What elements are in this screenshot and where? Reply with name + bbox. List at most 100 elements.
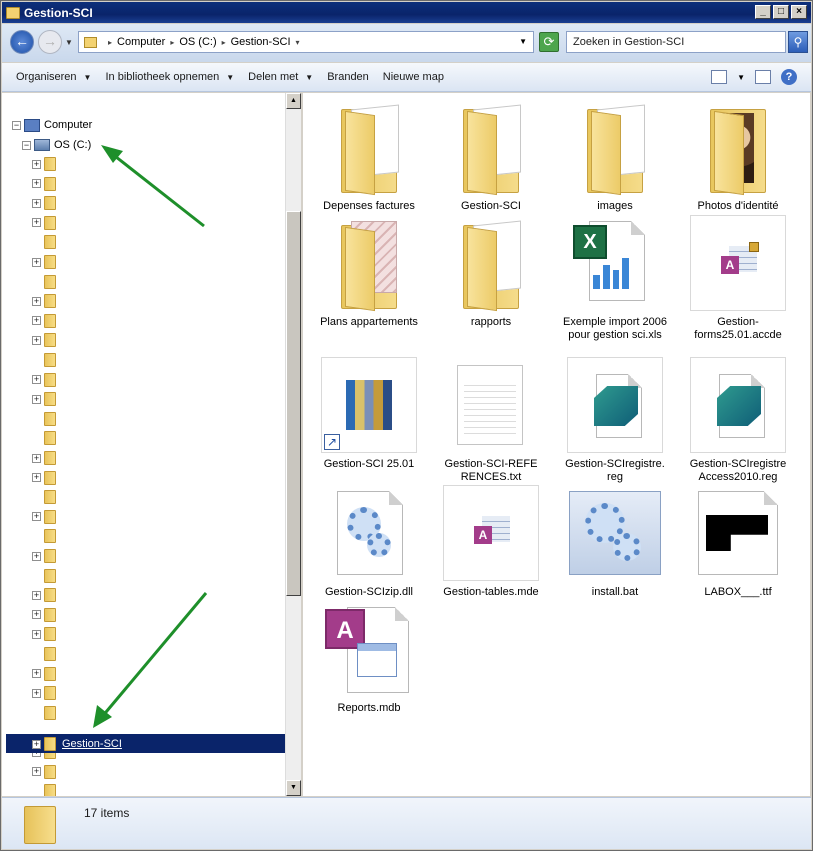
file-item[interactable]: LABOX___.ttf xyxy=(678,485,798,599)
expand-icon[interactable]: + xyxy=(32,688,41,698)
help-icon[interactable]: ? xyxy=(781,69,797,85)
tree-item-folder[interactable] xyxy=(32,430,56,446)
expand-icon[interactable]: + xyxy=(32,610,41,620)
scroll-down-button[interactable]: ▼ xyxy=(286,780,301,796)
scroll-thumb[interactable] xyxy=(286,211,301,596)
file-item[interactable]: Photos d'identité xyxy=(678,99,798,213)
tree-item-gestion-sci[interactable]: + Gestion-SCI xyxy=(32,736,122,752)
tree-item-folder[interactable] xyxy=(32,646,56,662)
tree-item-folder[interactable] xyxy=(32,705,56,721)
maximize-button[interactable]: □ xyxy=(773,5,789,19)
expand-icon[interactable]: + xyxy=(32,296,41,306)
address-bar[interactable]: ▸ Computer ▸ OS (C:) ▸ Gestion-SCI ▾ ▼ xyxy=(78,31,534,53)
expand-icon[interactable]: + xyxy=(32,739,41,749)
tree-item-folder[interactable]: + xyxy=(32,685,56,701)
expand-icon[interactable]: + xyxy=(32,590,41,600)
refresh-button[interactable]: ⟳ xyxy=(539,32,559,52)
expand-icon[interactable]: + xyxy=(32,512,41,522)
breadcrumb-folder[interactable]: Gestion-SCI xyxy=(231,36,291,48)
expand-icon[interactable]: + xyxy=(32,669,41,679)
tree-item-folder[interactable] xyxy=(32,411,56,427)
tree-item-folder[interactable]: + xyxy=(32,176,56,192)
expand-icon[interactable]: + xyxy=(32,551,41,561)
tree-item-folder[interactable] xyxy=(32,489,56,505)
collapse-icon[interactable]: − xyxy=(22,140,31,150)
tree-item-folder[interactable]: + xyxy=(32,313,56,329)
file-item[interactable]: ↗ Gestion-SCI 25.01 xyxy=(309,357,429,471)
tree-item-folder[interactable] xyxy=(32,234,56,250)
view-options-icon[interactable] xyxy=(711,70,728,84)
file-item[interactable]: X Exemple import 2006 pour gestion sci.x… xyxy=(555,215,675,342)
burn-button[interactable]: Branden xyxy=(327,71,369,83)
tree-item-folder[interactable]: + xyxy=(32,626,56,642)
navigation-scrollbar[interactable]: ▲ ▼ xyxy=(285,93,301,796)
tree-item-folder[interactable] xyxy=(32,528,56,544)
file-item[interactable]: A Gestion-tables.mde xyxy=(431,485,551,599)
new-folder-button[interactable]: Nieuwe map xyxy=(383,71,444,83)
expand-icon[interactable]: + xyxy=(32,257,41,267)
share-menu[interactable]: Delen met ▼ xyxy=(248,71,313,83)
file-item[interactable]: Gestion-SCIregistreAccess2010.reg xyxy=(678,357,798,484)
preview-pane-icon[interactable] xyxy=(755,70,771,84)
file-item[interactable]: A Gestion-forms25.01.accde xyxy=(678,215,798,342)
tree-item-folder[interactable]: + xyxy=(32,293,56,309)
tree-item-folder[interactable]: + xyxy=(32,254,56,270)
chevron-right-icon[interactable]: ▸ xyxy=(108,38,112,47)
file-item[interactable]: images xyxy=(555,99,675,213)
tree-item-computer[interactable]: − Computer xyxy=(12,117,92,133)
address-history-dropdown[interactable]: ▼ xyxy=(519,37,527,46)
chevron-down-icon[interactable]: ▾ xyxy=(296,38,300,47)
chevron-down-icon[interactable]: ▼ xyxy=(737,73,745,82)
tree-item-folder[interactable]: + xyxy=(32,215,56,231)
file-item[interactable]: Gestion-SCIzip.dll xyxy=(309,485,429,599)
tree-item-folder[interactable] xyxy=(32,568,56,584)
tree-item-folder[interactable]: + xyxy=(32,607,56,623)
expand-icon[interactable]: + xyxy=(32,453,41,463)
file-item[interactable]: rapports xyxy=(431,215,551,329)
collapse-icon[interactable]: − xyxy=(12,120,21,130)
tree-item-drive[interactable]: − OS (C:) xyxy=(22,137,91,153)
tree-item-folder[interactable]: + xyxy=(32,587,56,603)
tree-item-folder[interactable] xyxy=(32,783,56,796)
chevron-right-icon[interactable]: ▸ xyxy=(170,38,174,47)
expand-icon[interactable]: + xyxy=(32,218,41,228)
close-button[interactable]: × xyxy=(791,5,807,19)
tree-item-folder[interactable]: + xyxy=(32,450,56,466)
chevron-right-icon[interactable]: ▸ xyxy=(222,38,226,47)
tree-item-folder[interactable] xyxy=(32,274,56,290)
search-icon[interactable]: ⚲ xyxy=(788,31,808,53)
expand-icon[interactable]: + xyxy=(32,629,41,639)
expand-icon[interactable]: + xyxy=(32,767,41,777)
title-bar[interactable]: Gestion-SCI _ □ × xyxy=(2,2,811,23)
file-item[interactable]: Gestion-SCIregistre.reg xyxy=(555,357,675,484)
tree-item-folder[interactable]: + xyxy=(32,509,56,525)
tree-item-folder[interactable]: + xyxy=(32,666,56,682)
breadcrumb-computer[interactable]: Computer xyxy=(117,36,165,48)
forward-button[interactable]: → xyxy=(38,30,62,54)
expand-icon[interactable]: + xyxy=(32,375,41,385)
tree-item-folder[interactable]: + xyxy=(32,332,56,348)
tree-item-folder[interactable]: + xyxy=(32,156,56,172)
file-item[interactable]: A Reports.mdb xyxy=(309,601,429,715)
tree-item-folder[interactable] xyxy=(32,352,56,368)
tree-item-folder[interactable]: + xyxy=(32,548,56,564)
file-item[interactable]: install.bat xyxy=(555,485,675,599)
recent-pages-dropdown[interactable]: ▼ xyxy=(65,38,73,47)
tree-item-folder[interactable]: + xyxy=(32,195,56,211)
back-button[interactable]: ← xyxy=(10,30,34,54)
file-item[interactable]: Gestion-SCI-REFERENCES.txt xyxy=(431,357,551,484)
tree-item-folder[interactable]: + xyxy=(32,372,56,388)
expand-icon[interactable]: + xyxy=(32,335,41,345)
scroll-up-button[interactable]: ▲ xyxy=(286,93,301,109)
tree-item-folder[interactable]: + xyxy=(32,470,56,486)
organize-menu[interactable]: Organiseren ▼ xyxy=(16,71,91,83)
tree-item-folder[interactable]: + xyxy=(32,764,56,780)
expand-icon[interactable]: + xyxy=(32,179,41,189)
expand-icon[interactable]: + xyxy=(32,473,41,483)
expand-icon[interactable]: + xyxy=(32,159,41,169)
expand-icon[interactable]: + xyxy=(32,394,41,404)
file-item[interactable]: Gestion-SCI xyxy=(431,99,551,213)
file-item[interactable]: Plans appartements xyxy=(309,215,429,329)
expand-icon[interactable]: + xyxy=(32,316,41,326)
file-item[interactable]: Depenses factures xyxy=(309,99,429,213)
